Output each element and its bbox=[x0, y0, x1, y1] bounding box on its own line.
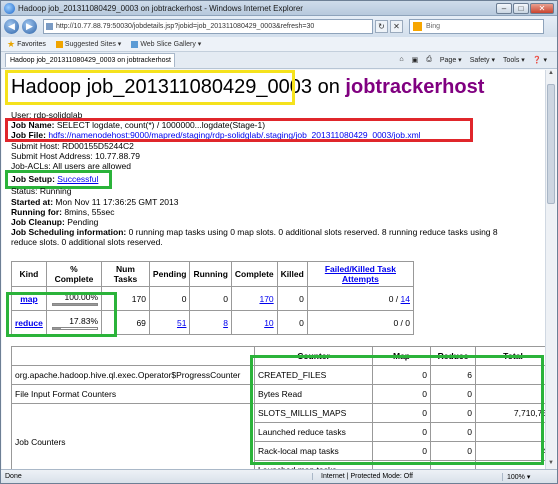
failed-value: 0 / bbox=[388, 293, 401, 304]
page-favicon-icon bbox=[46, 23, 53, 30]
command-bar: ⌂ ▣ ⎙ Page ▾ Safety ▾ Tools ▾ ❓ ▾ bbox=[399, 56, 557, 64]
failed-cell: 0 / 14 bbox=[306, 286, 415, 311]
suggested-sites-icon bbox=[55, 40, 63, 48]
tools-menu[interactable]: Tools ▾ bbox=[503, 56, 525, 64]
submit-host-line: Submit Host: RD00155D5244C2 bbox=[11, 141, 134, 151]
page-menu[interactable]: Page ▾ bbox=[440, 56, 462, 64]
highlight-kind-box bbox=[6, 292, 117, 337]
page-content: Hadoop job_201311080429_0003 on jobtrack… bbox=[2, 70, 547, 471]
table-header-row: Kind % Complete Num Tasks Pending Runnin… bbox=[11, 261, 415, 287]
failed-attempts-link[interactable]: 14 bbox=[401, 294, 410, 304]
vertical-scrollbar[interactable]: ▲ ▼ bbox=[545, 70, 556, 471]
cleanup-line: Job Cleanup: Pending bbox=[11, 217, 98, 227]
scheduling-label: Job Scheduling information: bbox=[11, 227, 127, 237]
group-cell: File Input Format Counters bbox=[11, 384, 255, 404]
feeds-icon[interactable]: ▣ bbox=[412, 56, 419, 64]
killed-cell: 0 bbox=[276, 286, 308, 311]
running-link[interactable]: 8 bbox=[223, 318, 228, 328]
col-pending: Pending bbox=[148, 261, 191, 287]
address-row: ◀ ▶ http://10.77.88.79:50030/jobdetails.… bbox=[1, 16, 557, 37]
stop-icon[interactable]: ✕ bbox=[390, 20, 403, 33]
pending-link[interactable]: 51 bbox=[177, 318, 186, 328]
security-zone[interactable]: Internet | Protected Mode: Off bbox=[312, 473, 502, 480]
page-title-on: on bbox=[317, 76, 340, 98]
started-value: Mon Nov 11 17:36:25 GMT 2013 bbox=[55, 197, 179, 207]
browser-window: Hadoop job_201311080429_0003 on jobtrack… bbox=[0, 0, 558, 484]
pending-cell[interactable]: 51 bbox=[148, 310, 191, 335]
complete-cell[interactable]: 10 bbox=[230, 310, 278, 335]
running-line: Running for: 8mins, 55sec bbox=[11, 207, 114, 217]
favorites-item-label: Web Slice Gallery ▾ bbox=[140, 41, 202, 48]
scheduling-value: 0 running map tasks using 0 map slots. 0… bbox=[128, 227, 498, 237]
favorites-star-icon[interactable]: ★ bbox=[7, 39, 15, 50]
pending-cell: 0 bbox=[148, 286, 191, 311]
submit-address-line: Submit Host Address: 10.77.88.79 bbox=[11, 151, 140, 161]
running-cell[interactable]: 8 bbox=[189, 310, 232, 335]
col-group bbox=[11, 346, 255, 366]
highlight-title-box bbox=[5, 70, 295, 105]
col-kind: Kind bbox=[11, 261, 47, 287]
started-line: Started at: Mon Nov 11 17:36:25 GMT 2013 bbox=[11, 197, 178, 207]
forward-arrow-icon[interactable]: ▶ bbox=[22, 19, 37, 34]
col-pct-complete: % Complete bbox=[45, 261, 103, 287]
refresh-icon[interactable]: ↻ bbox=[375, 20, 388, 33]
search-input[interactable]: Bing bbox=[409, 19, 544, 34]
complete-cell[interactable]: 170 bbox=[230, 286, 278, 311]
killed-cell: 0 bbox=[276, 310, 308, 335]
scroll-thumb[interactable] bbox=[547, 84, 555, 204]
failed-killed-link[interactable]: Failed/Killed Task Attempts bbox=[325, 264, 396, 284]
zoom-level[interactable]: 100% ▾ bbox=[502, 472, 557, 481]
scroll-up-icon[interactable]: ▲ bbox=[546, 70, 556, 81]
started-label: Started at: bbox=[11, 197, 54, 207]
running-value: 8mins, 55sec bbox=[64, 207, 115, 217]
home-icon[interactable]: ⌂ bbox=[399, 56, 403, 64]
col-num-tasks: Num Tasks bbox=[101, 261, 150, 287]
running-label: Running for: bbox=[11, 207, 62, 217]
maximize-button[interactable]: □ bbox=[513, 2, 529, 14]
web-slice-icon bbox=[131, 40, 139, 48]
col-killed: Killed bbox=[276, 261, 308, 287]
status-line: Status: Running bbox=[11, 186, 72, 196]
safety-menu[interactable]: Safety ▾ bbox=[470, 56, 495, 64]
failed-cell: 0 / 0 bbox=[306, 310, 415, 335]
highlight-job-box bbox=[5, 118, 473, 142]
running-cell: 0 bbox=[189, 286, 232, 311]
tab-row: Hadoop job_201311080429_0003 on jobtrack… bbox=[1, 52, 557, 69]
col-failed-killed[interactable]: Failed/Killed Task Attempts bbox=[306, 261, 415, 287]
group-cell: org.apache.hadoop.hive.ql.exec.Operator$… bbox=[11, 365, 255, 385]
tab-current[interactable]: Hadoop job_201311080429_0003 on jobtrack… bbox=[5, 53, 175, 67]
address-bar[interactable]: http://10.77.88.79:50030/jobdetails.jsp?… bbox=[43, 19, 373, 34]
title-bar: Hadoop job_201311080429_0003 on jobtrack… bbox=[1, 1, 557, 16]
search-placeholder: Bing bbox=[426, 23, 441, 30]
cleanup-value: Pending bbox=[67, 217, 99, 227]
favorites-item-label: Suggested Sites ▾ bbox=[64, 41, 122, 48]
status-text: Done bbox=[5, 473, 22, 480]
status-bar: Done Internet | Protected Mode: Off 100%… bbox=[1, 469, 557, 483]
highlight-counters-box bbox=[250, 355, 544, 465]
favorites-item-suggested-sites[interactable]: Suggested Sites ▾ bbox=[55, 40, 122, 48]
favorites-item-web-slice-gallery[interactable]: Web Slice Gallery ▾ bbox=[131, 40, 201, 48]
help-menu[interactable]: ❓ ▾ bbox=[533, 56, 547, 64]
window-title: Hadoop job_201311080429_0003 on jobtrack… bbox=[18, 3, 303, 13]
close-button[interactable]: ✕ bbox=[530, 2, 554, 14]
page-title-host: jobtrackerhost bbox=[345, 76, 485, 98]
favorites-label[interactable]: Favorites bbox=[17, 41, 46, 48]
print-icon[interactable]: ⎙ bbox=[426, 56, 432, 64]
scheduling-line: Job Scheduling information: 0 running ma… bbox=[11, 227, 498, 237]
back-arrow-icon[interactable]: ◀ bbox=[4, 19, 19, 34]
minimize-button[interactable]: – bbox=[496, 2, 512, 14]
scheduling-line-2: reduce slots. 0 additional slots reserve… bbox=[11, 237, 163, 247]
complete-link[interactable]: 10 bbox=[264, 318, 273, 328]
col-running: Running bbox=[189, 261, 232, 287]
ie-logo-icon bbox=[4, 2, 15, 14]
col-complete: Complete bbox=[230, 261, 278, 287]
cleanup-label: Job Cleanup: bbox=[11, 217, 65, 227]
complete-link[interactable]: 170 bbox=[259, 294, 273, 304]
group-cell: Job Counters bbox=[11, 403, 255, 471]
favorites-bar: ★ Favorites Suggested Sites ▾ Web Slice … bbox=[1, 37, 557, 52]
address-text: http://10.77.88.79:50030/jobdetails.jsp?… bbox=[56, 23, 315, 30]
bing-icon bbox=[413, 22, 422, 31]
